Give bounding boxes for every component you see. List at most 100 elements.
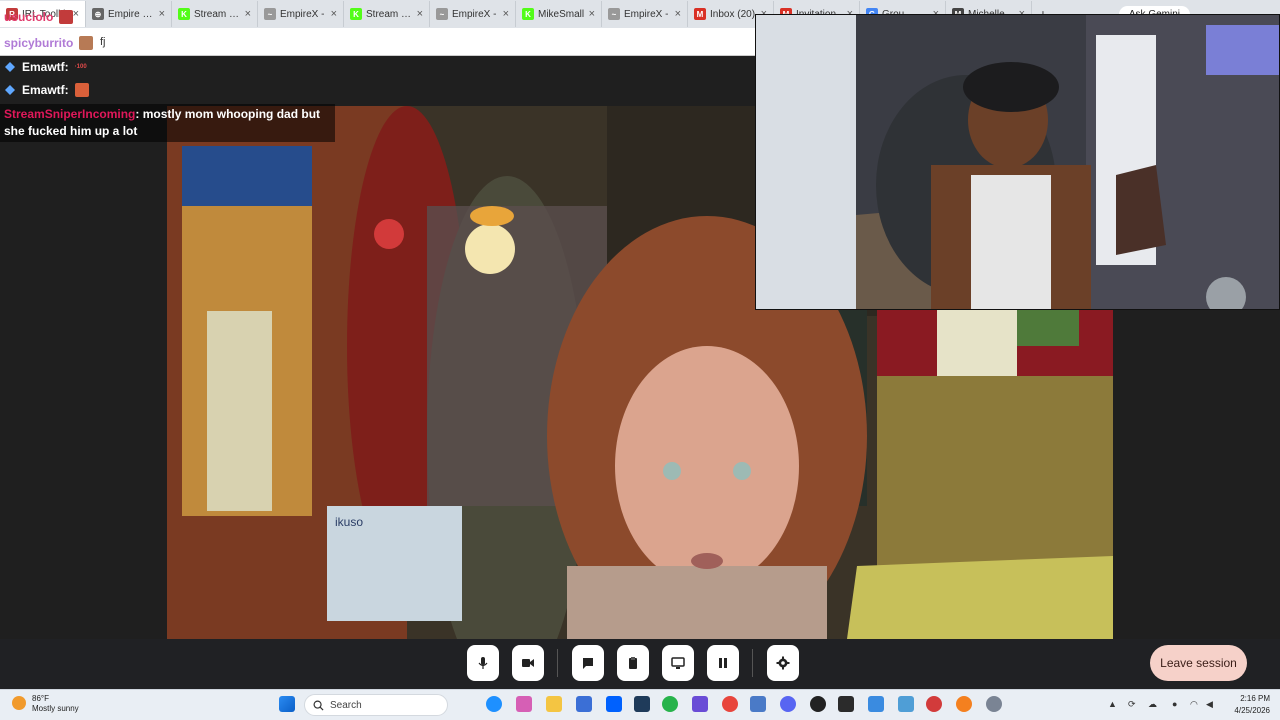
emote-icon <box>74 83 89 97</box>
mic-button[interactable] <box>467 645 499 681</box>
windows-taskbar: 86°F Mostly sunny Search ▲ ⟳ ☁ ● ◠ ◀ 2:1… <box>0 689 1280 720</box>
chat-message-highlight: StreamSniperIncoming: mostly mom whoopin… <box>0 104 335 142</box>
search-icon <box>313 700 324 711</box>
session-controls-bar: Leave session <box>0 639 1280 689</box>
tray-icon[interactable]: ☁ <box>1148 699 1157 710</box>
chrome-icon[interactable] <box>722 696 738 712</box>
clipboard-icon <box>629 657 637 669</box>
tab-close-icon[interactable]: × <box>245 8 251 20</box>
tab-label: Stream - K <box>366 8 413 20</box>
tab-favicon-icon: K <box>350 8 362 20</box>
app-icon[interactable] <box>692 696 708 712</box>
tab-close-icon[interactable]: × <box>159 8 165 20</box>
badge-icon <box>4 84 16 96</box>
controls-divider <box>557 649 558 677</box>
tab-close-icon[interactable]: × <box>503 8 509 20</box>
tab-close-icon[interactable]: × <box>331 8 337 20</box>
weather-temp: 86°F <box>32 694 49 703</box>
app-icon[interactable] <box>634 696 650 712</box>
browser-tab[interactable]: ~ EmpireX - × <box>430 1 516 27</box>
chat-icon <box>583 658 593 669</box>
streamer-camera-inset <box>755 14 1280 310</box>
tray-chevron-icon[interactable]: ▲ <box>1108 699 1117 709</box>
screen-icon <box>671 657 685 669</box>
chat-username: Emawtf: <box>22 60 69 74</box>
browser-tab[interactable]: ⊕ Empire X - × <box>86 1 172 27</box>
obs-icon[interactable] <box>810 696 826 712</box>
system-clock[interactable]: 2:16 PM 4/25/2026 <box>1222 693 1270 717</box>
gear-icon <box>776 656 790 670</box>
weather-description: Mostly sunny <box>32 704 79 713</box>
clipboard-button[interactable] <box>617 645 649 681</box>
chat-message: spicyburrito <box>4 36 94 50</box>
tab-label: EmpireX - <box>452 8 497 20</box>
chat-button[interactable] <box>572 645 604 681</box>
tab-favicon-icon: K <box>178 8 190 20</box>
tab-favicon-icon: K <box>522 8 534 20</box>
search-placeholder: Search <box>330 699 362 711</box>
epic-games-icon[interactable] <box>838 696 854 712</box>
clock-date: 4/25/2026 <box>1234 706 1270 715</box>
address-bar[interactable]: fj <box>0 28 756 56</box>
start-button-icon[interactable] <box>279 696 295 712</box>
camera-button[interactable] <box>512 645 544 681</box>
weather-widget[interactable]: 86°F Mostly sunny <box>12 694 79 714</box>
mic-icon <box>478 657 488 669</box>
browser-tab[interactable]: K Stream - K × <box>172 1 258 27</box>
emote-icon <box>79 36 94 50</box>
tab-label: MikeSmall <box>538 8 585 20</box>
app-icon[interactable] <box>662 696 678 712</box>
mic-tray-icon[interactable]: ● <box>1172 699 1177 709</box>
ikuso-box-label: ikuso <box>335 515 363 529</box>
pause-icon <box>719 658 727 668</box>
screen-share-button[interactable] <box>662 645 694 681</box>
tab-label: Empire X - <box>108 8 155 20</box>
clock-time: 2:16 PM <box>1240 694 1270 703</box>
tab-label: Inbox (20) <box>710 8 756 20</box>
browser-tab[interactable]: K MikeSmall × <box>516 1 602 27</box>
wifi-icon[interactable]: ◠ <box>1190 699 1198 710</box>
app-icon[interactable] <box>926 696 942 712</box>
chat-message: Emawtf: <box>4 83 89 97</box>
tab-close-icon[interactable]: × <box>417 8 423 20</box>
taskbar-search[interactable]: Search <box>304 694 448 716</box>
tab-close-icon[interactable]: × <box>589 8 595 20</box>
streamer-camera-scene <box>756 15 1279 309</box>
tab-label: EmpireX - <box>280 8 325 20</box>
copilot-icon[interactable] <box>516 696 532 712</box>
chat-username: StreamSniperIncoming <box>4 107 136 121</box>
chat-username: usuciolo <box>4 10 54 24</box>
tab-favicon-icon: ⊕ <box>92 8 104 20</box>
tab-favicon-icon: M <box>694 8 706 20</box>
address-text: fj <box>100 35 106 48</box>
chat-message: Emawtf: ·100 <box>4 60 87 74</box>
leave-session-button[interactable]: Leave session <box>1150 645 1247 681</box>
app-icon[interactable] <box>868 696 884 712</box>
emote-icon <box>59 10 74 24</box>
store-icon[interactable] <box>576 696 592 712</box>
tab-favicon-icon: ~ <box>608 8 620 20</box>
tray-icon[interactable]: ⟳ <box>1128 699 1136 710</box>
tab-favicon-icon: ~ <box>436 8 448 20</box>
browser-tab[interactable]: ~ EmpireX - × <box>258 1 344 27</box>
tab-close-icon[interactable]: × <box>73 8 79 20</box>
browser-tab[interactable]: K Stream - K × <box>344 1 430 27</box>
browser-tab[interactable]: ~ EmpireX - × <box>602 1 688 27</box>
file-explorer-icon[interactable] <box>546 696 562 712</box>
dropbox-icon[interactable] <box>606 696 622 712</box>
controls-divider <box>752 649 753 677</box>
tab-close-icon[interactable]: × <box>675 8 681 20</box>
app-icon[interactable] <box>898 696 914 712</box>
edge-icon[interactable] <box>486 696 502 712</box>
pause-button[interactable] <box>707 645 739 681</box>
discord-icon[interactable] <box>780 696 796 712</box>
video-icon <box>522 659 534 667</box>
weather-sun-icon <box>12 696 26 710</box>
chat-username: Emawtf: <box>22 83 69 97</box>
tab-favicon-icon: ~ <box>264 8 276 20</box>
app-icon[interactable] <box>750 696 766 712</box>
firefox-icon[interactable] <box>956 696 972 712</box>
volume-icon[interactable]: ◀ <box>1206 699 1213 710</box>
settings-button[interactable] <box>767 645 799 681</box>
settings-app-icon[interactable] <box>986 696 1002 712</box>
